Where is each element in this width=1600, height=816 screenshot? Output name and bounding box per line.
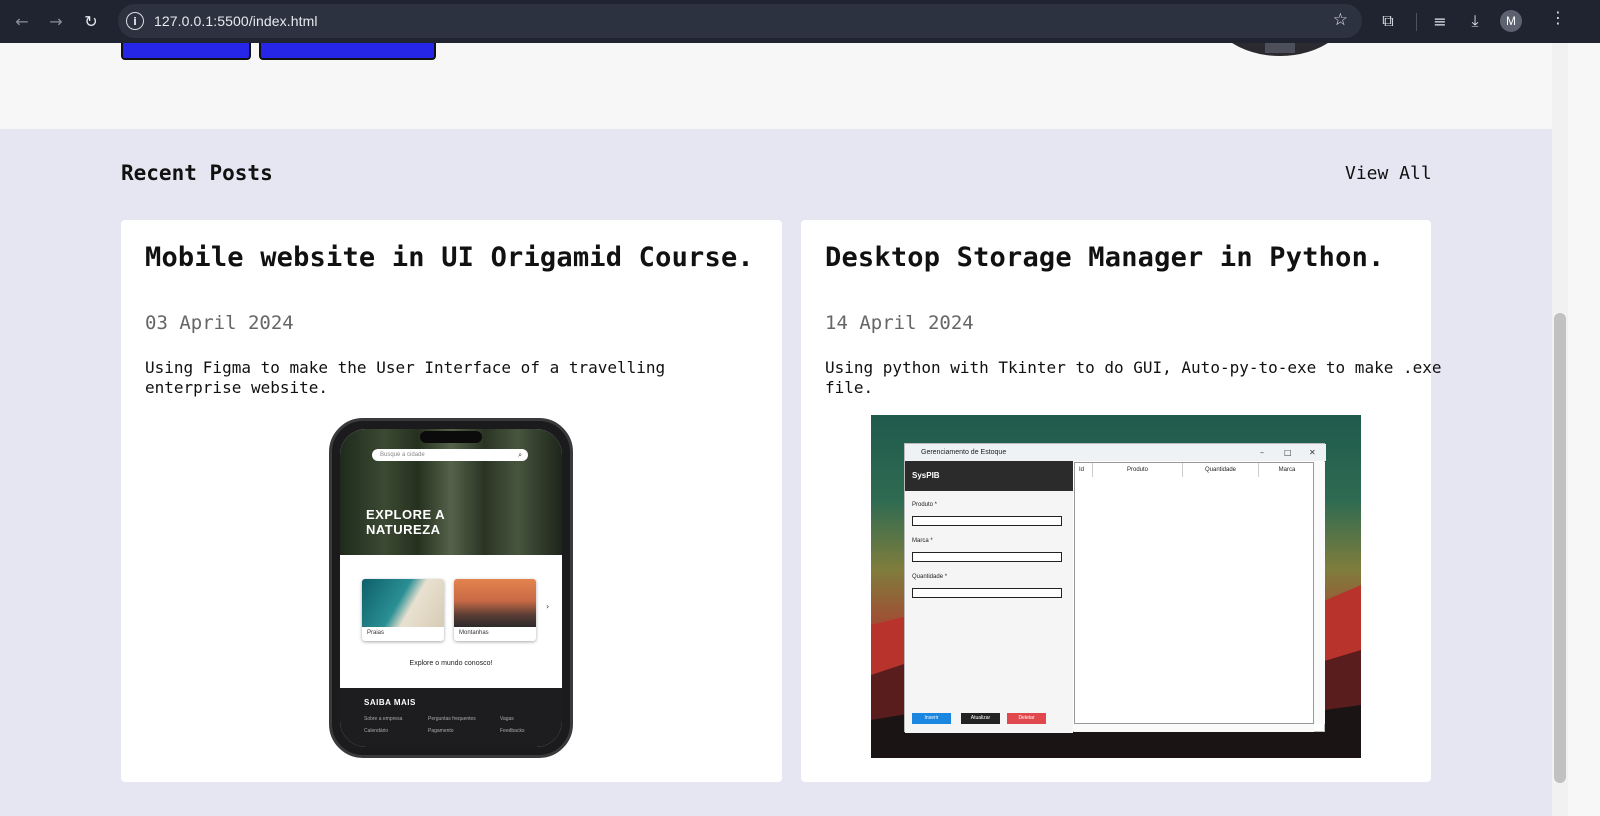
mock-card-mountain: Montanhas xyxy=(454,579,536,641)
media-controls-icon[interactable]: ≡ xyxy=(1427,8,1453,34)
mock-scrollbar xyxy=(1314,462,1325,724)
search-icon: ⌕ xyxy=(518,451,522,459)
mock-input xyxy=(912,516,1062,526)
post-date: 14 April 2024 xyxy=(825,312,974,334)
scrollbar-thumb[interactable] xyxy=(1554,313,1566,783)
form-label: Quantidade * xyxy=(912,574,948,580)
forward-arrow-icon[interactable]: → xyxy=(44,9,68,33)
mountain-image xyxy=(454,579,536,627)
view-all-link[interactable]: View All xyxy=(1345,163,1432,184)
mock-footer-link: Perguntas frequentes xyxy=(428,716,476,722)
app-window: Gerenciamento de Estoque – □ ✕ SysPIB Pr… xyxy=(904,443,1326,733)
app-form-panel: SysPIB Produto * Marca * Quantidade * In… xyxy=(905,461,1073,733)
url-text[interactable]: 127.0.0.1:5500/index.html xyxy=(154,13,318,29)
puzzle-icon[interactable]: ⧉ xyxy=(1375,8,1401,34)
chevron-right-icon: › xyxy=(546,602,550,611)
address-bar[interactable]: i 127.0.0.1:5500/index.html ☆ xyxy=(118,4,1362,38)
post-card[interactable]: Mobile website in UI Origamid Course. 03… xyxy=(121,220,782,782)
form-label: Marca * xyxy=(912,538,933,544)
desktop-app-image: Gerenciamento de Estoque – □ ✕ SysPIB Pr… xyxy=(871,415,1361,758)
form-label: Produto * xyxy=(912,502,938,508)
mock-data-table: Id Produto Quantidade Marca xyxy=(1074,462,1314,724)
page-scrollbar[interactable] xyxy=(1552,43,1568,816)
download-icon[interactable]: ⤓ xyxy=(1462,8,1488,34)
mock-footer-link: Vagas xyxy=(500,716,514,722)
reload-icon[interactable]: ↻ xyxy=(79,9,103,33)
mock-card-beach: Praias xyxy=(362,579,444,641)
mock-footer-link: Calendário xyxy=(364,728,389,734)
star-icon[interactable]: ☆ xyxy=(1333,10,1348,30)
table-header: Quantidade xyxy=(1183,463,1259,477)
mock-update-button: Atualizar xyxy=(961,713,1000,724)
mock-input xyxy=(912,588,1062,598)
hero-primary-button[interactable] xyxy=(121,43,251,60)
post-description: Using python with Tkinter to do GUI, Aut… xyxy=(825,358,1442,397)
hero-secondary-button[interactable] xyxy=(259,43,436,60)
mock-search-placeholder: Busque a cidade xyxy=(380,452,425,458)
mock-insert-button: Inserir xyxy=(912,713,951,724)
table-header: Marca xyxy=(1278,467,1296,473)
kebab-menu-icon[interactable]: ⋮ xyxy=(1550,8,1566,27)
mock-footer-link: Pagamento xyxy=(428,728,454,734)
close-icon: ✕ xyxy=(1309,448,1316,457)
phone-screen: Busque a cidade ⌕ EXPLORE A NATUREZA Pra… xyxy=(340,429,562,747)
post-description: Using Figma to make the User Interface o… xyxy=(145,358,666,397)
phone-notch xyxy=(420,431,482,443)
hero-section xyxy=(0,43,1552,129)
mock-search-input: Busque a cidade ⌕ xyxy=(372,449,528,461)
mock-tagline: Explore o mundo conosco! xyxy=(409,660,493,667)
profile-avatar[interactable]: M xyxy=(1500,10,1522,32)
mock-card-label: Montanhas xyxy=(459,630,489,636)
maximize-icon: □ xyxy=(1284,448,1292,457)
mock-hero-text: EXPLORE A NATUREZA xyxy=(366,507,445,537)
mock-delete-button: Deletar xyxy=(1007,713,1046,724)
mock-hscrollbar xyxy=(1074,724,1314,732)
mock-input xyxy=(912,552,1062,562)
mock-footer-link: Feedbacks xyxy=(500,728,525,734)
post-card[interactable]: Desktop Storage Manager in Python. 14 Ap… xyxy=(801,220,1442,782)
beach-image xyxy=(362,579,444,627)
phone-mockup-image: Busque a cidade ⌕ EXPLORE A NATUREZA Pra… xyxy=(329,418,573,758)
recent-posts-section: Recent Posts View All Mobile website in … xyxy=(0,129,1552,816)
post-date: 03 April 2024 xyxy=(145,312,294,334)
profile-photo xyxy=(1207,43,1353,56)
app-name: SysPIB xyxy=(905,461,1073,491)
forest-banner: Busque a cidade ⌕ EXPLORE A NATUREZA xyxy=(340,429,562,555)
mock-card-label: Praias xyxy=(367,630,385,636)
mock-footer: SAIBA MAIS Sobre a empresa Perguntas fre… xyxy=(340,688,562,747)
back-arrow-icon[interactable]: ← xyxy=(10,9,34,33)
table-header: Id xyxy=(1075,463,1093,477)
section-title: Recent Posts xyxy=(121,161,273,185)
mock-footer-title: SAIBA MAIS xyxy=(364,698,416,707)
page-viewport: Recent Posts View All Mobile website in … xyxy=(0,43,1552,816)
table-header: Produto xyxy=(1093,463,1183,477)
minimize-icon: – xyxy=(1260,448,1264,457)
post-title[interactable]: Mobile website in UI Origamid Course. xyxy=(145,242,754,273)
toolbar-divider xyxy=(1416,13,1417,31)
post-title[interactable]: Desktop Storage Manager in Python. xyxy=(825,242,1384,273)
browser-toolbar: ← → ↻ i 127.0.0.1:5500/index.html ☆ ⧉ ≡ … xyxy=(0,0,1600,43)
info-icon[interactable]: i xyxy=(126,12,144,30)
mock-footer-link: Sobre a empresa xyxy=(364,716,403,722)
